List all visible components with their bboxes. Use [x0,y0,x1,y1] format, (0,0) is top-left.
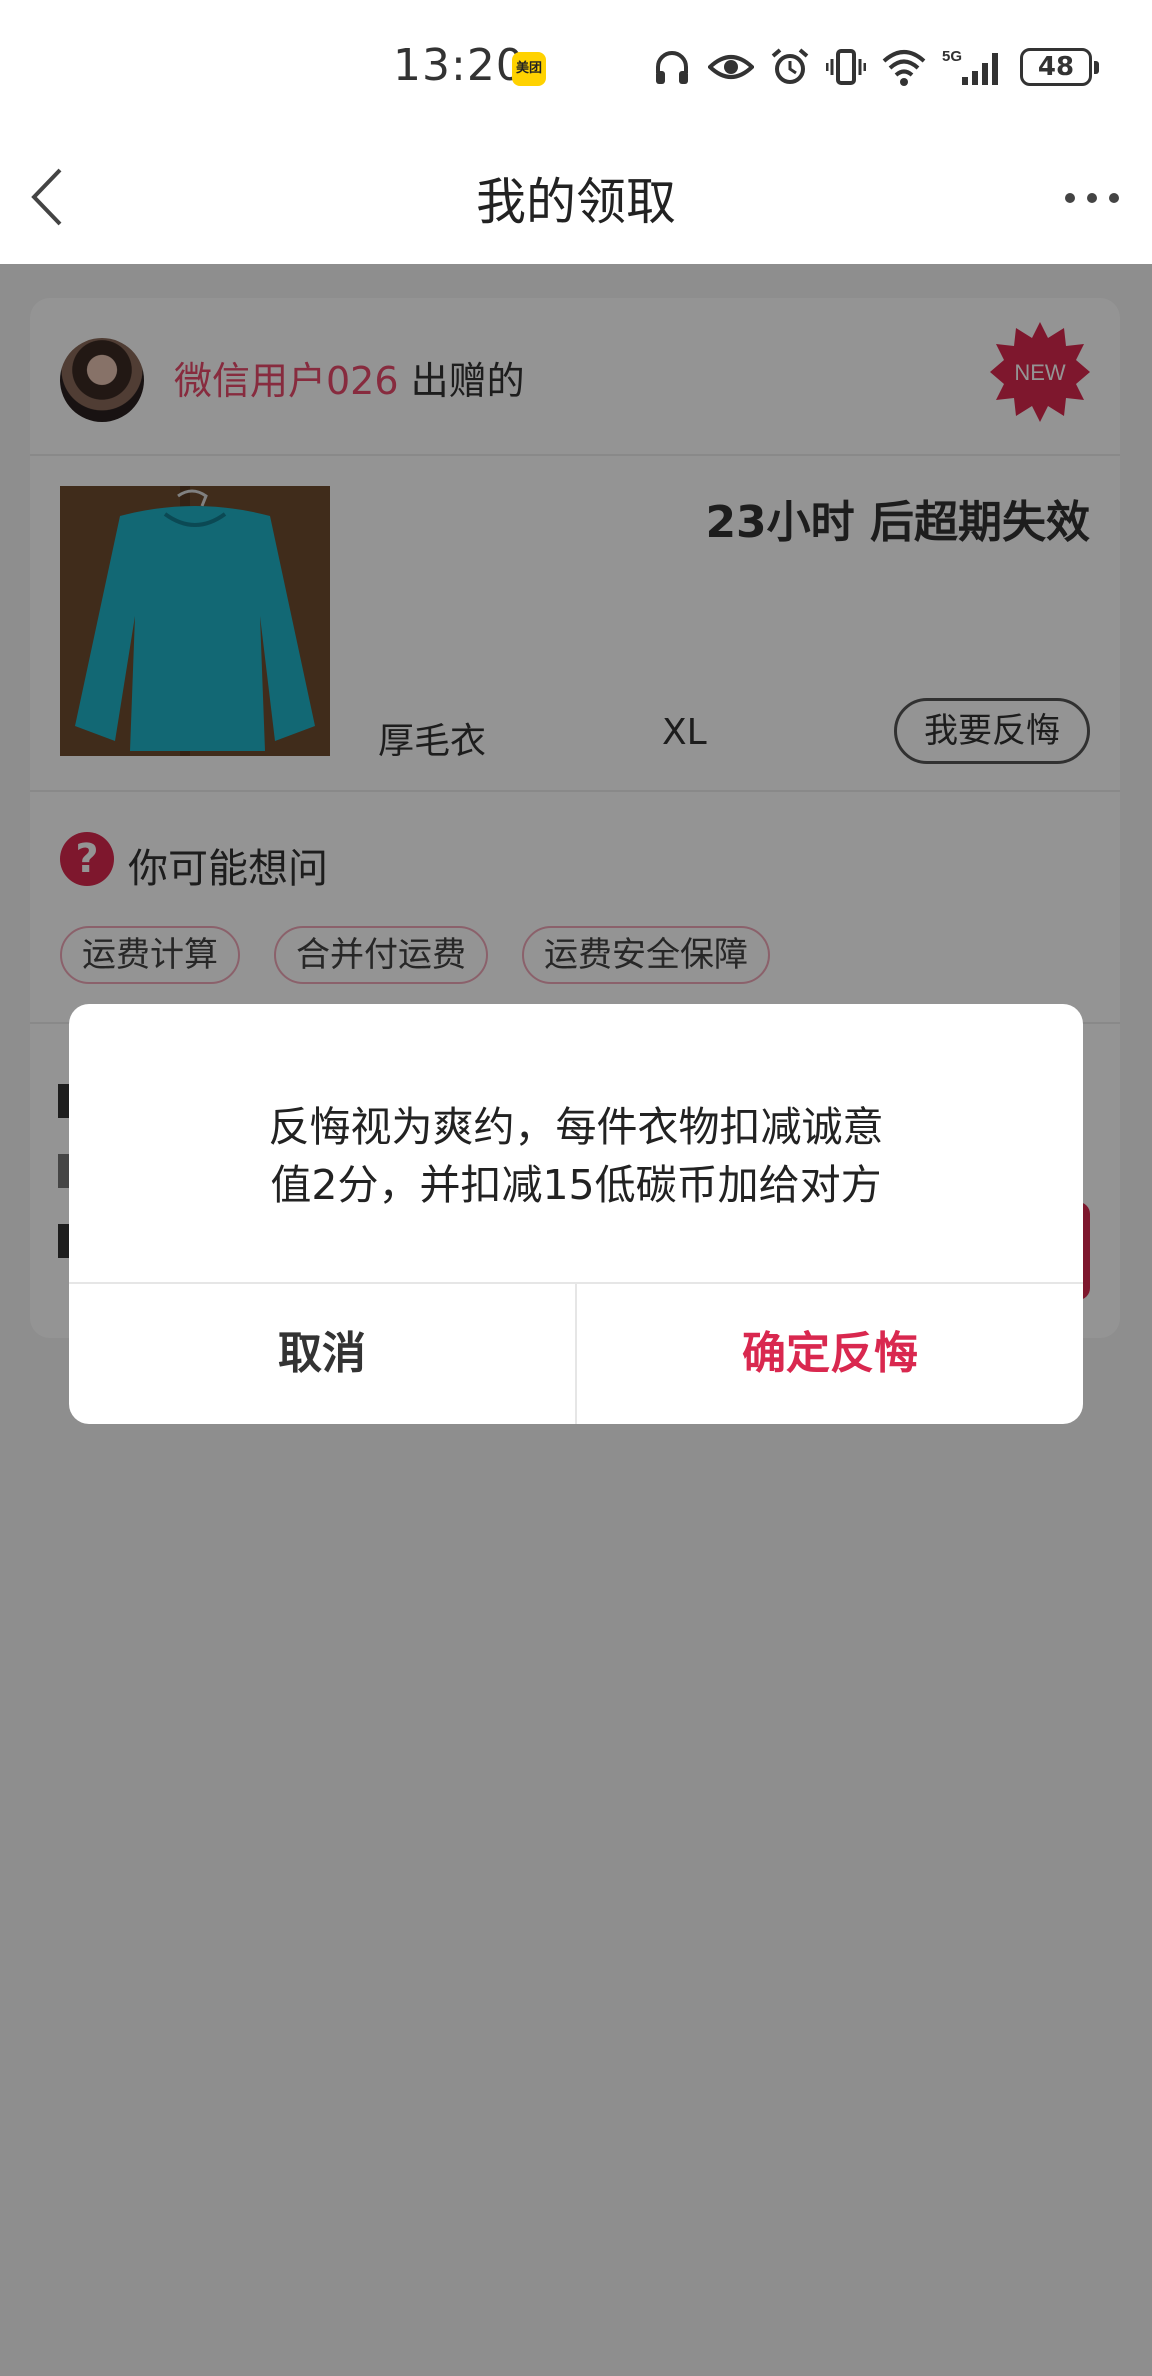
status-bar: 13:20 美团 5G 48 [0,0,1152,132]
headphones-icon [656,51,688,84]
battery-icon: 48 [1020,48,1099,86]
status-time: 13:20 [393,40,525,91]
page-title: 我的领取 [476,173,676,231]
dialog-message-line-1: 反悔视为爽约，每件衣物扣减诚意 [268,1103,884,1151]
dialog-message: 反悔视为爽约，每件衣物扣减诚意 值2分，并扣减15低碳币加给对方 [69,1098,1083,1214]
svg-text:5G: 5G [942,48,962,65]
more-options-icon[interactable] [1062,178,1122,218]
confirm-regret-button[interactable]: 确定反悔 [577,1284,1083,1424]
alarm-icon [771,48,809,84]
meituan-notification-icon: 美团 [512,52,546,86]
wifi-icon [882,50,926,86]
cellular-5g-icon: 5G [942,48,998,85]
confirm-regret-dialog: 反悔视为爽约，每件衣物扣减诚意 值2分，并扣减15低碳币加给对方 取消 确定反悔 [69,1004,1083,1424]
nav-bar: 我的领取 [0,132,1152,264]
cancel-button[interactable]: 取消 [69,1284,577,1424]
status-icons: 5G 48 [652,44,1099,90]
dialog-message-line-2: 值2分，并扣减15低碳币加给对方 [270,1161,882,1209]
eye-icon [708,55,754,79]
dialog-buttons: 取消 确定反悔 [69,1282,1083,1424]
vibrate-icon [826,49,866,85]
